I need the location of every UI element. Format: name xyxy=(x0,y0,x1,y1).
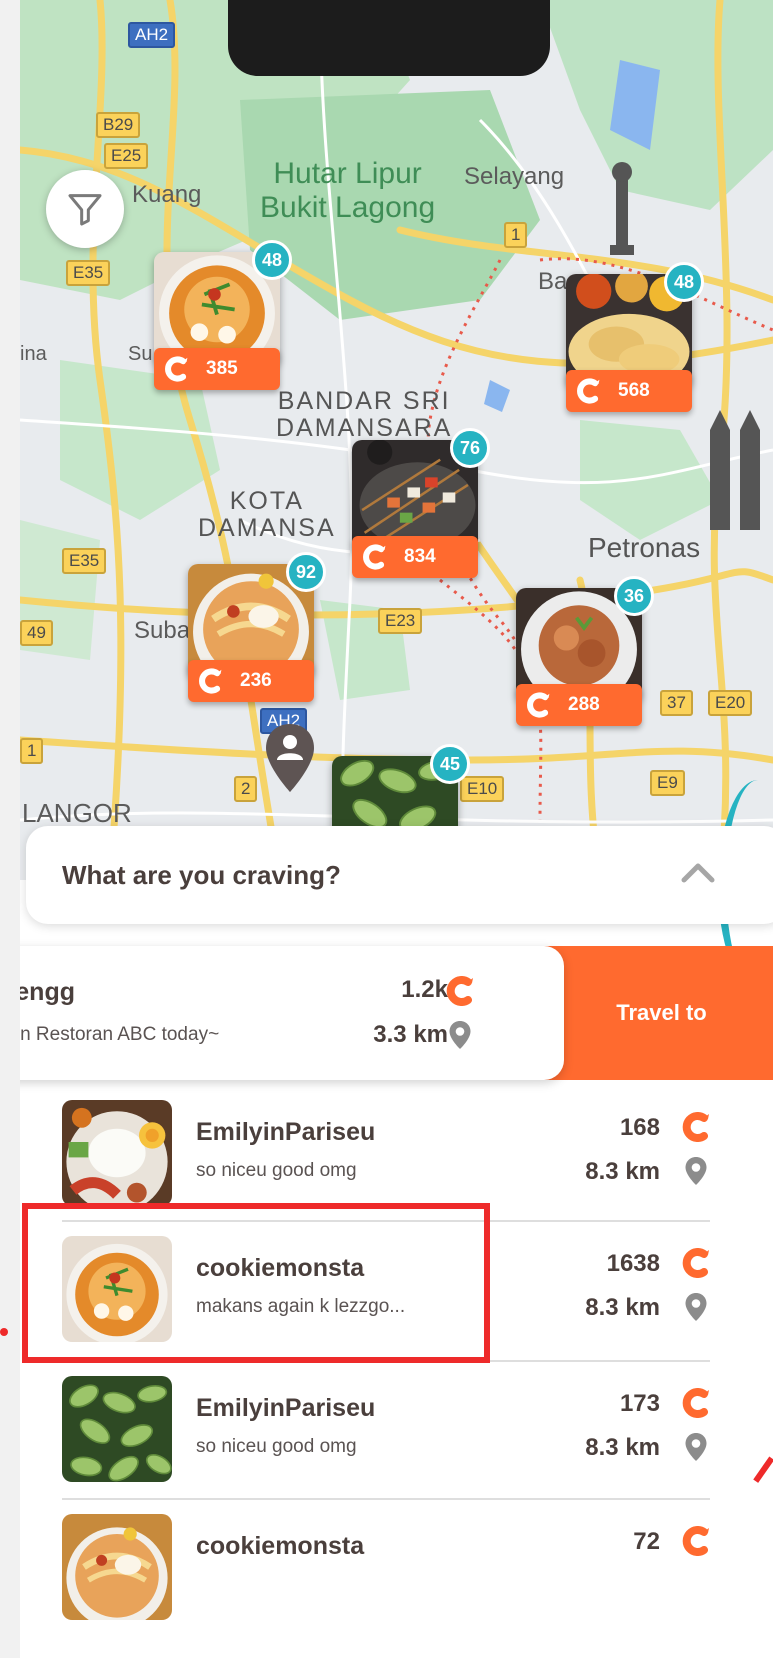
featured-message: e in Restoran ABC today~ xyxy=(20,1024,220,1045)
travel-to-label: Travel to xyxy=(616,1000,707,1025)
map-marker-fried-noodles[interactable]: 288 36 xyxy=(516,576,654,726)
location-pin-icon xyxy=(684,1432,708,1462)
map-marker-roti-canai[interactable]: 568 48 xyxy=(566,262,704,412)
list-item-username: EmilyinPariseu xyxy=(196,1394,376,1422)
coin-c-icon xyxy=(682,1526,712,1556)
road-shield: 49 xyxy=(20,620,53,646)
road-shield: E20 xyxy=(708,690,753,716)
road-shield: E10 xyxy=(460,776,505,802)
map-label-langor: LANGOR xyxy=(22,798,132,828)
list-item-points: 72 xyxy=(633,1528,660,1555)
chevron-up-icon[interactable] xyxy=(680,858,716,884)
road-shield: E9 xyxy=(650,770,685,796)
marker-count-bar: 834 xyxy=(352,536,478,578)
marker-count-bar: 288 xyxy=(516,684,642,726)
coin-c-icon xyxy=(682,1248,712,1278)
map-label-su: Su xyxy=(128,343,153,365)
selection-highlight-box xyxy=(22,1203,490,1363)
road-shield: E25 xyxy=(104,143,149,169)
marker-count: 568 xyxy=(618,380,650,401)
map-marker-satay-skewers[interactable]: 834 76 xyxy=(352,428,490,578)
filter-icon xyxy=(68,194,102,226)
list-item-points: 168 xyxy=(619,1114,660,1141)
marker-count: 834 xyxy=(404,546,436,567)
list-item-distance: 8.3 km xyxy=(585,1158,660,1185)
annotation-dot xyxy=(0,1328,8,1336)
featured-post-card[interactable]: Travel to hengg e in Restoran ABC today~… xyxy=(20,946,773,1080)
c-logo-icon xyxy=(164,356,190,382)
c-logo-icon xyxy=(198,668,224,694)
map-label-suba: Suba xyxy=(134,617,191,644)
road-shield: 37 xyxy=(660,690,693,716)
device-notch xyxy=(228,0,550,76)
filter-button[interactable] xyxy=(46,170,124,248)
map-label-kota-damansara: KOTA DAMANSA xyxy=(198,487,336,542)
marker-count: 288 xyxy=(568,694,600,715)
c-logo-icon xyxy=(576,378,602,404)
map-view[interactable]: Hutar Lipur Bukit Lagong Selayang Kuang … xyxy=(20,0,773,880)
c-logo-icon xyxy=(362,544,388,570)
map-label-ba: Ba xyxy=(538,268,568,295)
location-pin-icon xyxy=(684,1156,708,1186)
coin-c-icon xyxy=(446,976,476,1006)
map-label-selayang: Selayang xyxy=(464,163,565,190)
marker-count-bar: 385 xyxy=(154,348,280,390)
marker-badge: 76 xyxy=(450,428,490,468)
road-shield: E23 xyxy=(378,608,423,634)
location-pin-icon xyxy=(684,1292,708,1322)
c-logo-icon xyxy=(526,692,552,718)
marker-count: 385 xyxy=(206,358,238,379)
marker-count: 236 xyxy=(240,670,272,691)
featured-card-body[interactable]: hengg e in Restoran ABC today~ 1.2k 3.3 … xyxy=(20,946,564,1080)
app-screen: Hutar Lipur Bukit Lagong Selayang Kuang … xyxy=(20,0,773,1658)
list-item-username: EmilyinPariseu xyxy=(196,1118,376,1146)
list-item-message: so niceu good omg xyxy=(196,1160,357,1181)
road-shield: 1 xyxy=(504,222,528,248)
list-item-distance: 8.3 km xyxy=(585,1294,660,1321)
list-item-username: cookiemonsta xyxy=(196,1532,365,1560)
road-shield: 2 xyxy=(234,776,258,802)
road-shield: 1 xyxy=(20,738,44,764)
craving-title: What are you craving? xyxy=(62,859,341,890)
featured-username: hengg xyxy=(20,978,75,1006)
food-thumbnail xyxy=(62,1100,172,1206)
coin-c-icon xyxy=(682,1112,712,1142)
map-label-bandar-sri-damansara: BANDAR SRI DAMANSARA xyxy=(276,387,453,442)
map-marker-curry-mee[interactable]: 236 92 xyxy=(188,552,326,702)
featured-points: 1.2k xyxy=(401,976,448,1003)
map-label-ina: ina xyxy=(20,343,47,365)
marker-badge: 45 xyxy=(430,744,470,784)
marker-badge: 48 xyxy=(252,240,292,280)
location-pin-icon xyxy=(448,1020,472,1050)
map-marker-curry-laksa[interactable]: 385 48 xyxy=(154,240,292,390)
road-shield: E35 xyxy=(66,260,111,286)
marker-badge: 36 xyxy=(614,576,654,616)
user-location-pin-icon[interactable] xyxy=(264,722,316,794)
map-label-park: Hutar Lipur Bukit Lagong xyxy=(260,157,436,224)
map-label-kuang: Kuang xyxy=(132,181,202,208)
marker-count-bar: 568 xyxy=(566,370,692,412)
list-item[interactable]: EmilyinPariseu so niceu good omg 173 8.3… xyxy=(62,1360,722,1500)
food-thumbnail xyxy=(62,1514,172,1620)
marker-count-bar: 236 xyxy=(188,660,314,702)
marker-badge: 48 xyxy=(664,262,704,302)
road-shield: AH2 xyxy=(128,22,176,48)
list-item[interactable]: cookiemonsta 72 xyxy=(62,1498,722,1638)
list-item-points: 173 xyxy=(619,1390,660,1417)
food-thumbnail xyxy=(62,1376,172,1482)
craving-search-bar[interactable]: What are you craving? xyxy=(26,826,773,924)
list-item-distance: 8.3 km xyxy=(585,1434,660,1461)
road-shield: B29 xyxy=(96,112,141,138)
list-divider xyxy=(62,1498,710,1500)
list-item-points: 1638 xyxy=(606,1250,660,1277)
list-item-message: so niceu good omg xyxy=(196,1436,357,1457)
map-label-petronas: Petronas xyxy=(588,532,701,563)
road-shield: E35 xyxy=(62,548,107,574)
coin-c-icon xyxy=(682,1388,712,1418)
featured-distance: 3.3 km xyxy=(373,1021,448,1048)
marker-badge: 92 xyxy=(286,552,326,592)
